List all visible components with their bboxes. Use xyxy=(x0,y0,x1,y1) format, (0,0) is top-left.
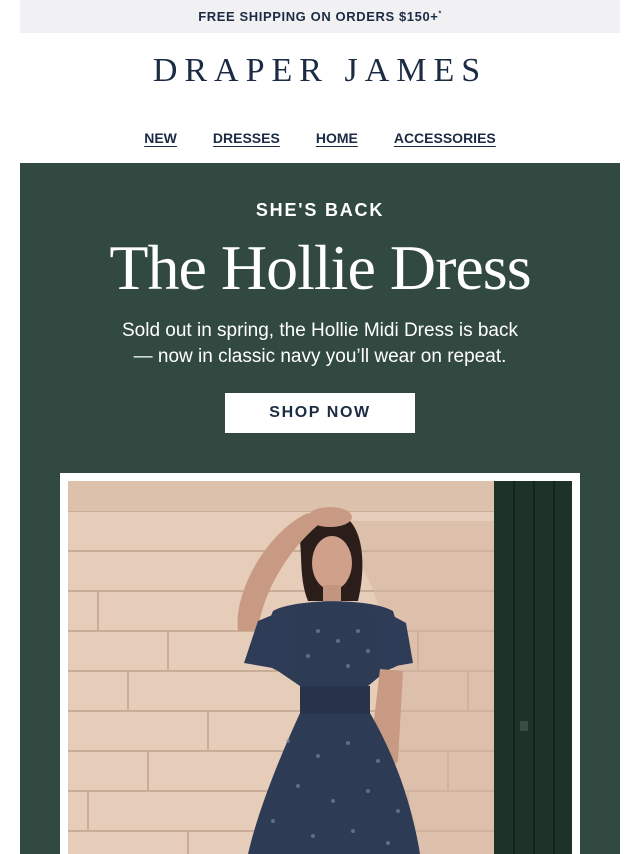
promo-footnote-mark: * xyxy=(438,10,442,18)
hero-headline: The Hollie Dress xyxy=(109,232,531,303)
hero-photo[interactable] xyxy=(68,481,572,854)
promo-text: FREE SHIPPING ON ORDERS $150+* xyxy=(198,9,442,24)
main-nav: NEW DRESSES HOME ACCESSORIES xyxy=(0,130,640,146)
promo-bar: FREE SHIPPING ON ORDERS $150+* xyxy=(20,0,620,33)
hero-photo-illustration xyxy=(68,481,572,854)
hero-subcopy: Sold out in spring, the Hollie Midi Dres… xyxy=(90,318,550,370)
hero-eyebrow: SHE'S BACK xyxy=(255,200,385,220)
brand-logo[interactable]: DRAPER JAMES xyxy=(0,52,640,90)
nav-item-dresses[interactable]: DRESSES xyxy=(213,130,280,146)
hero-photo-frame xyxy=(60,473,580,854)
hero-section: SHE'S BACK The Hollie Dress Sold out in … xyxy=(20,163,620,854)
hero-subcopy-line1: Sold out in spring, the Hollie Midi Dres… xyxy=(121,320,518,341)
nav-item-home[interactable]: HOME xyxy=(316,130,358,146)
hero-subcopy-line2: — now in classic navy you’ll wear on rep… xyxy=(133,346,507,367)
nav-item-new[interactable]: NEW xyxy=(144,130,177,146)
nav-item-accessories[interactable]: ACCESSORIES xyxy=(394,130,496,146)
shop-now-button[interactable]: SHOP NOW xyxy=(225,393,415,433)
